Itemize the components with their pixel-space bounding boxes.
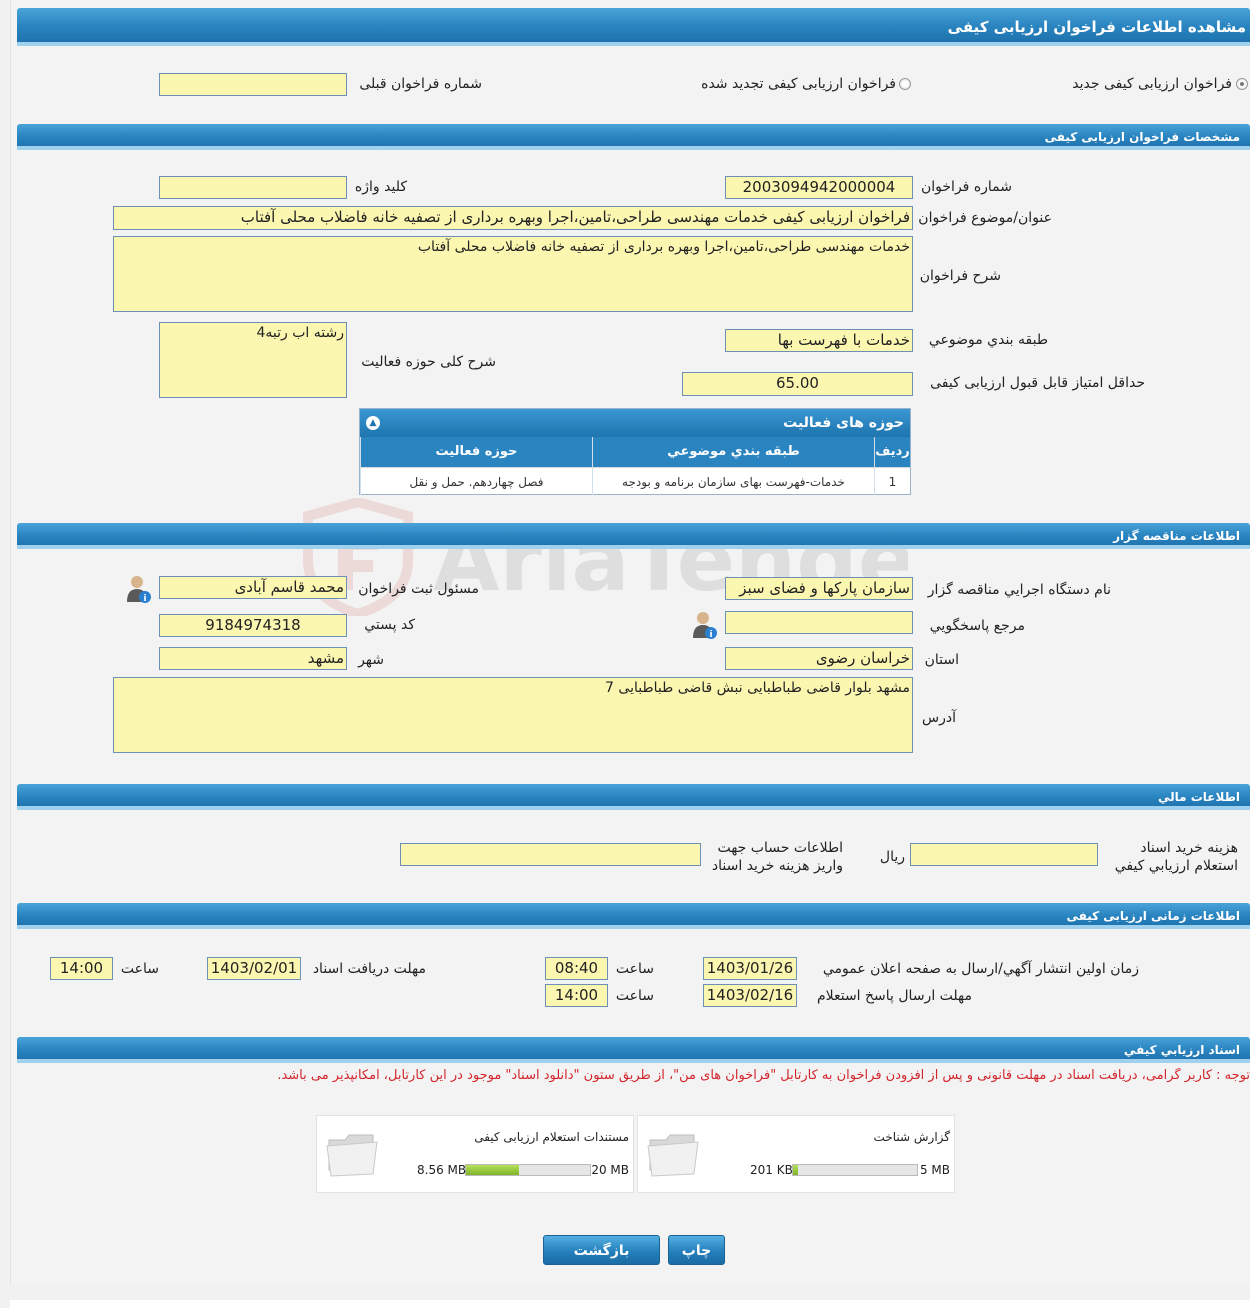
radio-renewed-call-label: فراخوان ارزیابی کیفی تجدید شده — [701, 76, 896, 92]
publish-label: زمان اولين انتشار آگهي/ارسال به صفحه اعل… — [822, 961, 1139, 977]
document-card[interactable]: مستندات استعلام ارزیابی کیفی 20 MB 8.56 … — [316, 1115, 634, 1193]
publish-time-label: ساعت — [615, 961, 654, 977]
download-notice: توجه : کاربر گرامی، دریافت اسناد در مهلت… — [277, 1068, 1250, 1083]
activity-desc-label: شرح کلی حوزه فعالیت — [361, 354, 496, 370]
document-name: مستندات استعلام ارزیابی کیفی — [474, 1130, 629, 1144]
keyword-field[interactable] — [159, 176, 347, 199]
call-number-label: شماره فراخوان — [921, 179, 1012, 195]
footer-strip — [10, 1300, 1250, 1308]
document-total-size: 5 MB — [919, 1163, 950, 1177]
radio-new-call[interactable] — [1236, 78, 1248, 90]
table-row[interactable]: 1 خدمات-فهرست بهای سازمان برنامه و بودجه… — [360, 467, 910, 495]
folder-icon — [647, 1134, 699, 1177]
org-field[interactable]: سازمان پارکها و فضای سبز — [725, 577, 913, 600]
radio-renewed-call[interactable] — [899, 78, 911, 90]
doc-cost-field[interactable] — [910, 843, 1098, 866]
doc-cost-label-line1: هزينه خريد اسناد — [1140, 840, 1238, 856]
publish-date-field[interactable]: 1403/01/26 — [703, 957, 797, 980]
activity-desc-field[interactable]: رشته اب رتبه4 — [159, 322, 347, 398]
cell-row: 1 — [874, 468, 910, 495]
previous-call-field[interactable] — [159, 73, 347, 96]
publish-time-field[interactable]: 08:40 — [545, 957, 608, 980]
page-title: مشاهده اطلاعات فراخوان ارزیابی کیفی — [17, 8, 1250, 46]
reference-label: مرجع پاسخگويي — [929, 618, 1025, 634]
doc-deadline-date-field[interactable]: 1403/02/01 — [207, 957, 301, 980]
section-financial-header: اطلاعات مالي — [17, 784, 1250, 810]
section-organizer-header: اطلاعات مناقصه گزار — [17, 523, 1250, 549]
section-timing-header: اطلاعات زمانی ارزیابی کیفی — [17, 903, 1250, 929]
user-info-icon[interactable]: i — [690, 610, 718, 640]
cell-field: فصل چهاردهم. حمل و نقل — [360, 468, 592, 495]
back-button[interactable]: بازگشت — [543, 1235, 660, 1265]
province-label: استان — [924, 652, 959, 668]
keyword-label: کلید واژه — [354, 179, 407, 195]
document-size-bar — [465, 1164, 591, 1176]
min-score-field[interactable]: 65.00 — [682, 372, 913, 396]
cell-category: خدمات-فهرست بهای سازمان برنامه و بودجه — [592, 468, 874, 495]
registrar-label: مسئول ثبت فراخوان — [358, 581, 479, 597]
account-field[interactable] — [400, 843, 701, 866]
reply-time-label: ساعت — [615, 988, 654, 1004]
category-label: طبقه بندي موضوعي — [928, 332, 1048, 348]
postal-label: کد پستي — [364, 617, 415, 633]
reply-label: مهلت ارسال پاسخ استعلام — [816, 988, 972, 1004]
postal-field[interactable]: 9184974318 — [159, 614, 347, 637]
reference-field[interactable] — [725, 611, 913, 634]
category-field[interactable]: خدمات با فهرست بها — [725, 329, 913, 352]
user-info-icon[interactable]: i — [124, 574, 152, 604]
doc-deadline-time-field[interactable]: 14:00 — [50, 957, 113, 980]
document-size-fill — [793, 1165, 798, 1175]
document-name: گزارش شناخت — [873, 1130, 950, 1144]
document-total-size: 20 MB — [591, 1163, 629, 1177]
print-button[interactable]: چاپ — [668, 1235, 725, 1265]
currency-label: ريال — [879, 849, 905, 865]
activity-grid-header: حوزه های فعالیت ▲ — [360, 409, 910, 437]
activity-grid-columns: رديف طبقه بندي موضوعي حوزه فعالیت — [360, 437, 910, 467]
previous-call-label: شماره فراخوان قبلی — [359, 76, 482, 92]
doc-cost-label-line2: استعلام ارزيابي کيفي — [1114, 858, 1238, 874]
city-label: شهر — [358, 652, 384, 668]
document-card[interactable]: گزارش شناخت 5 MB 201 KB — [637, 1115, 955, 1193]
doc-cost-label: هزينه خريد اسناد استعلام ارزيابي کيفي — [1115, 839, 1238, 875]
svg-text:i: i — [143, 594, 146, 604]
subject-field[interactable]: فراخوان ارزیابی کیفی خدمات مهندسی طراحی،… — [113, 206, 913, 230]
reply-date-field[interactable]: 1403/02/16 — [703, 984, 797, 1007]
svg-text:i: i — [709, 630, 712, 640]
registrar-field[interactable]: محمد قاسم آبادی — [159, 576, 347, 599]
activity-grid-title: حوزه های فعالیت — [783, 415, 904, 431]
radio-new-call-label: فراخوان ارزیابی کیفی جدید — [1072, 76, 1232, 92]
col-row-header: رديف — [874, 437, 910, 467]
folder-icon — [326, 1134, 378, 1177]
doc-deadline-label: مهلت دريافت اسناد — [312, 961, 426, 977]
city-field[interactable]: مشهد — [159, 647, 347, 670]
col-category-header: طبقه بندي موضوعي — [592, 437, 874, 467]
province-field[interactable]: خراسان رضوی — [725, 647, 913, 670]
col-field-header: حوزه فعالیت — [360, 437, 592, 467]
collapse-up-icon[interactable]: ▲ — [366, 416, 380, 430]
document-size-bar — [792, 1164, 918, 1176]
activity-grid: حوزه های فعالیت ▲ رديف طبقه بندي موضوعي … — [359, 408, 911, 495]
min-score-label: حداقل امتیاز قابل قبول ارزیابی کیفی — [930, 375, 1145, 391]
reply-time-field[interactable]: 14:00 — [545, 984, 608, 1007]
document-used-size: 201 KB — [750, 1163, 793, 1177]
section-documents-header: اسناد ارزيابي کيفي — [17, 1037, 1250, 1063]
description-label: شرح فراخوان — [919, 268, 1001, 284]
account-label-line2: واريز هزينه خريد اسناد — [711, 858, 843, 874]
section-spec-header: مشخصات فراخوان ارزیابی کیفی — [17, 124, 1250, 150]
document-used-size: 8.56 MB — [417, 1163, 467, 1177]
call-number-field[interactable]: 2003094942000004 — [725, 176, 913, 199]
document-size-fill — [466, 1165, 520, 1175]
address-field[interactable]: مشهد بلوار قاضی طباطبایی نبش قاضی طباطبا… — [113, 677, 913, 753]
subject-label: عنوان/موضوع فراخوان — [918, 210, 1052, 226]
address-label: آدرس — [922, 710, 956, 726]
org-label: نام دستگاه اجرايي مناقصه گزار — [927, 582, 1111, 598]
account-label: اطلاعات حساب جهت واريز هزينه خريد اسناد — [712, 839, 843, 875]
doc-deadline-time-label: ساعت — [120, 961, 159, 977]
description-field[interactable]: خدمات مهندسی طراحی،تامین،اجرا وبهره بردا… — [113, 236, 913, 312]
account-label-line1: اطلاعات حساب جهت — [717, 840, 843, 856]
